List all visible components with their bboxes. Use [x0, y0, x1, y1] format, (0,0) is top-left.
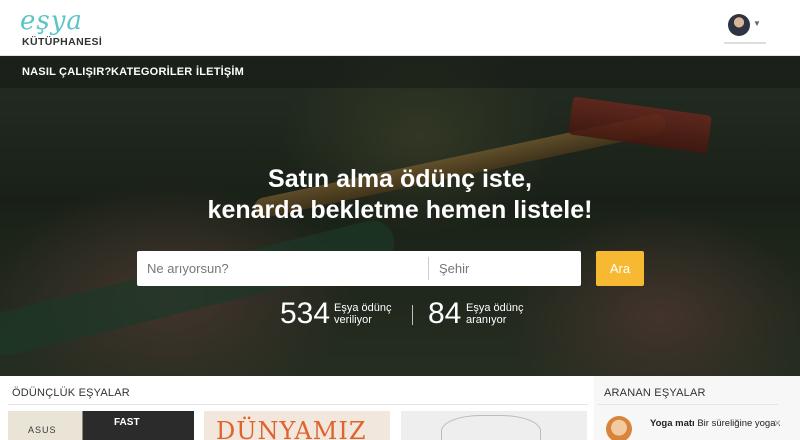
section-title-lendable: ÖDÜNÇLÜK EŞYALAR — [12, 387, 130, 399]
wanted-item-title: Yoga matı — [650, 418, 695, 429]
wanted-item-snippet: Bir süreliğine yoga ... — [697, 418, 780, 429]
city-input[interactable] — [429, 251, 581, 286]
nav-item-how-it-works[interactable]: NASIL ÇALIŞIR? — [22, 66, 111, 78]
hero-headline: Satın alma ödünç iste, kenarda bekletme … — [0, 164, 800, 226]
user-menu-underline — [724, 42, 766, 44]
stat-wanted-label-line1: Eşya ödünç — [466, 302, 524, 314]
section-divider — [598, 404, 778, 405]
logo-wordmark: eşya — [20, 6, 83, 36]
list-item[interactable]: Yoga matı Bir süreliğine yoga ... × — [604, 414, 794, 440]
chevron-down-icon[interactable]: ▼ — [753, 19, 761, 28]
wanted-items-section: ARANAN EŞYALAR Yoga matı Bir süreliğine … — [594, 376, 800, 440]
item-card-image — [441, 415, 541, 440]
user-menu[interactable]: ▼ — [724, 12, 766, 44]
item-card[interactable]: ASUS FAST — [8, 411, 194, 440]
stat-wanted-label: Eşya ödünç aranıyor — [466, 302, 576, 326]
stat-wanted-number: 84 — [428, 297, 462, 330]
avatar[interactable] — [728, 14, 750, 36]
stat-lent-label-line1: Eşya ödünç — [334, 302, 392, 314]
hero-headline-line2: kenarda bekletme hemen listele! — [207, 196, 593, 224]
lendable-items-section: ÖDÜNÇLÜK EŞYALAR ASUS FAST DÜNYAMIZ — [0, 376, 594, 440]
nav-item-contact[interactable]: İLETİŞİM — [196, 66, 244, 78]
wanted-item-text: Yoga matı Bir süreliğine yoga ... — [650, 418, 780, 429]
main-nav: NASIL ÇALIŞIR? KATEGORİLER İLETİŞİM — [0, 56, 800, 88]
section-divider — [8, 404, 588, 405]
logo-subtitle: KÜTÜPHANESİ — [22, 36, 103, 48]
nav-item-categories[interactable]: KATEGORİLER — [111, 66, 192, 78]
stat-lent-number: 534 — [280, 297, 331, 330]
section-title-wanted: ARANAN EŞYALAR — [604, 387, 706, 399]
item-card-brand: ASUS — [28, 425, 57, 435]
search-bar — [137, 251, 581, 286]
stat-lent-label-line2: veriliyor — [334, 314, 372, 326]
item-card-label: DÜNYAMIZ — [216, 417, 367, 440]
search-input[interactable] — [137, 251, 427, 286]
site-header: eşya KÜTÜPHANESİ ▼ — [0, 0, 800, 56]
item-card[interactable]: DÜNYAMIZ — [204, 411, 390, 440]
avatar — [606, 416, 632, 440]
item-card-label: FAST — [114, 417, 140, 428]
search-button[interactable]: Ara — [596, 251, 644, 286]
hero-banner: NASIL ÇALIŞIR? KATEGORİLER İLETİŞİM Satı… — [0, 56, 800, 376]
close-icon[interactable]: × — [774, 416, 781, 430]
site-logo[interactable]: eşya KÜTÜPHANESİ — [20, 6, 103, 50]
hero-headline-line1: Satın alma ödünç iste, — [268, 165, 532, 193]
item-card[interactable] — [401, 411, 587, 440]
stat-divider — [412, 305, 413, 325]
stat-wanted-label-line2: aranıyor — [466, 314, 507, 326]
